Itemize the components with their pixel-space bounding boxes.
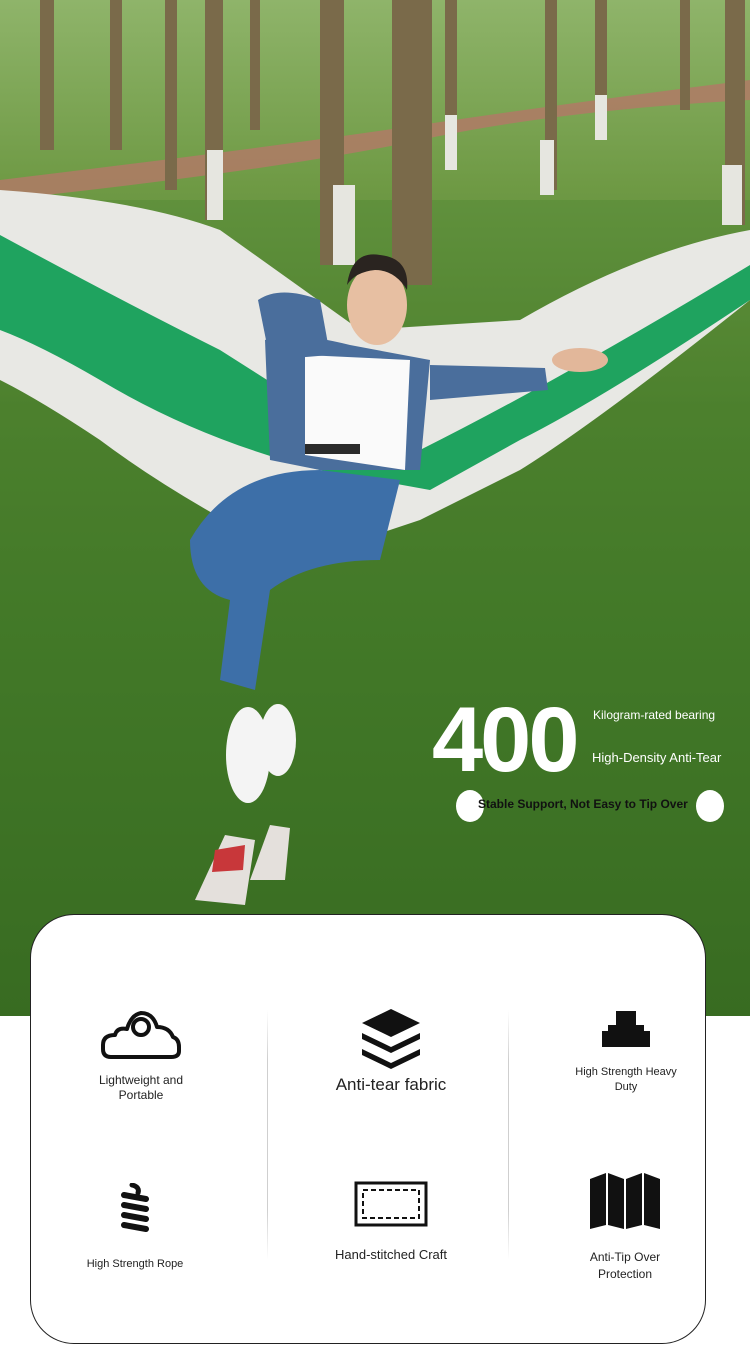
rope-icon — [121, 1183, 149, 1232]
feature-lightweight: Lightweight and Portable — [79, 1007, 203, 1103]
column-divider — [508, 1010, 509, 1260]
feature-anti-tip: Anti-Tip Over Protection — [579, 1171, 671, 1283]
fabric-caption: High-Density Anti-Tear — [592, 750, 722, 765]
feature-heavy-duty: High Strength Heavy Duty — [565, 1007, 687, 1095]
load-capacity-value: 400 — [432, 689, 579, 791]
column-divider — [267, 1010, 268, 1260]
feature-anti-tear: Anti-tear fabric — [321, 1007, 461, 1094]
feature-rope: High Strength Rope — [75, 1183, 195, 1272]
feature-hand-stitched: Hand-stitched Craft — [329, 1181, 453, 1262]
cloud-icon — [101, 1011, 181, 1059]
feature-label: Anti-tear fabric — [335, 1075, 447, 1094]
feature-label: Hand-stitched Craft — [335, 1247, 447, 1262]
feature-label: Anti-Tip Over Protection — [589, 1250, 661, 1281]
feature-label: High Strength Heavy Duty — [575, 1066, 677, 1093]
load-capacity-caption: Kilogram-rated bearing — [593, 708, 716, 722]
stability-tagline: Stable Support, Not Easy to Tip Over — [478, 797, 688, 811]
hammock-scene-illustration — [0, 0, 750, 1016]
feature-label: High Strength Rope — [86, 1258, 184, 1270]
weight-icon — [602, 1011, 650, 1047]
folding-screen-icon — [590, 1173, 660, 1229]
pill-right-dot — [696, 790, 724, 822]
feature-label: Lightweight and Portable — [98, 1073, 184, 1102]
layers-icon — [362, 1009, 420, 1069]
hero-photo: 400 Kilogram-rated bearing High-Density … — [0, 0, 750, 1016]
features-card: Lightweight and Portable Anti-tear fabri… — [30, 914, 706, 1344]
stitch-icon — [354, 1181, 428, 1227]
